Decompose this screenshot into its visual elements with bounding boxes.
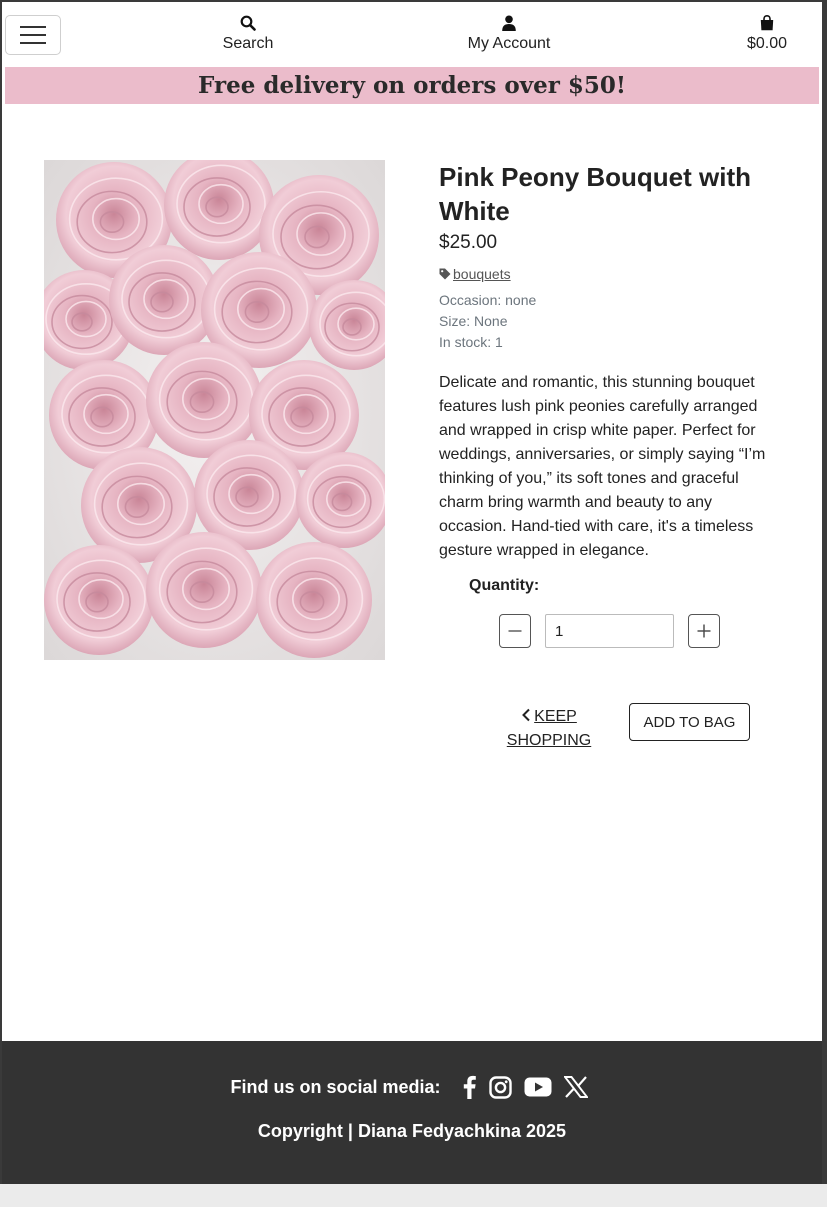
decrement-quantity-button[interactable] [499,614,531,648]
keep-shopping-label: KEEP SHOPPING [506,708,592,749]
nav-search[interactable]: Search [208,15,288,59]
peony-bouquet-image [44,160,385,660]
youtube-link[interactable] [524,1077,552,1097]
instagram-icon [488,1075,512,1099]
social-label: Find us on social media: [230,1076,441,1097]
instagram-link[interactable] [488,1075,512,1099]
youtube-icon [524,1077,552,1097]
hamburger-icon [20,26,46,28]
nav-bag[interactable]: $0.00 [735,15,799,59]
bottom-strip [0,1184,827,1207]
tag-icon [439,268,451,280]
quantity-label: Quantity: [469,577,540,594]
promo-text: Free delivery on orders over $50! [198,72,626,99]
product-title: Pink Peony Bouquet with White [439,162,752,226]
plus-icon [697,624,711,638]
social-row: Find us on social media: [2,1075,822,1099]
keep-shopping-link[interactable]: KEEP SHOPPING [500,705,598,753]
user-icon [502,15,516,31]
peony-bloom [44,545,154,655]
search-icon [240,15,256,31]
shopping-bag-icon [760,15,774,31]
bag-total: $0.00 [746,35,788,52]
product-price: $25.00 [439,232,498,253]
product-description: Delicate and romantic, this stunning bou… [439,374,766,559]
category-link[interactable]: bouquets [453,266,511,282]
copyright: Copyright | Diana Fedyachkina 2025 [257,1121,567,1141]
nav-search-label: Search [222,35,274,52]
x-icon [563,1076,588,1098]
product-image [44,160,385,660]
promo-banner: Free delivery on orders over $50! [5,67,819,104]
product-stock: In stock: 1 [439,334,503,350]
product-occasion: Occasion: none [439,292,537,308]
product-meta: Occasion: none Size: None In stock: 1 [439,290,784,353]
menu-toggle-button[interactable] [5,15,61,55]
facebook-icon [463,1075,476,1099]
facebook-link[interactable] [461,1075,477,1099]
product-size: Size: None [439,313,508,329]
chevron-left-icon [522,708,530,722]
product-details: Pink Peony Bouquet with White $25.00 bou… [439,160,784,563]
minus-icon [508,630,522,632]
quantity-input[interactable] [545,614,674,648]
page-edge [822,0,827,1184]
footer: Find us on social media: Copyright | Dia… [2,1041,822,1184]
increment-quantity-button[interactable] [688,614,720,648]
nav-account[interactable]: My Account [455,15,563,59]
x-link[interactable] [563,1076,588,1098]
peony-bloom [256,542,372,658]
add-to-bag-button[interactable]: ADD TO BAG [629,703,750,741]
peony-bloom [146,532,262,648]
product-category: bouquets [439,266,784,282]
nav-account-label: My Account [467,35,551,52]
